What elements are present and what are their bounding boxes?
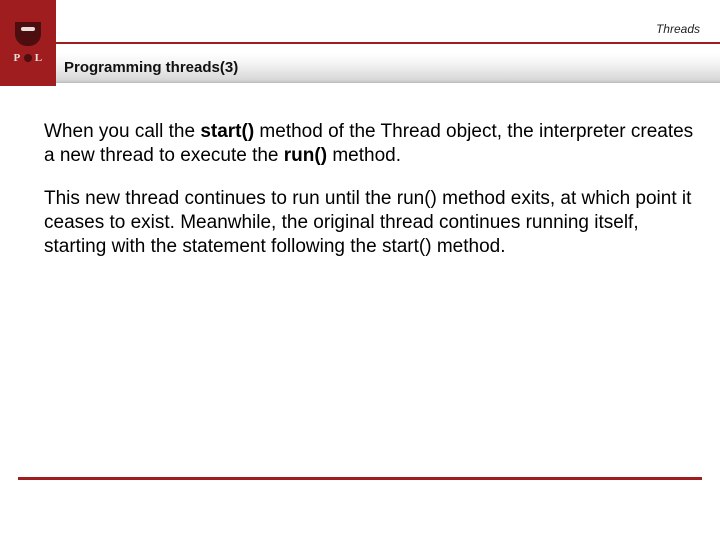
title-bar: Programming threads(3) xyxy=(56,53,720,83)
paragraph-2: This new thread continues to run until t… xyxy=(44,187,694,260)
logo-letters: P L xyxy=(13,52,42,64)
p1-bold-start: start() xyxy=(200,121,254,142)
paragraph-1: When you call the start() method of the … xyxy=(44,120,694,169)
p1-text-e: method. xyxy=(327,145,401,166)
p1-bold-run: run() xyxy=(284,145,327,166)
body-text: When you call the start() method of the … xyxy=(44,120,694,278)
logo-p: P xyxy=(13,52,20,64)
dot-icon xyxy=(24,54,32,62)
breadcrumb: Threads xyxy=(656,22,700,36)
footer-rule xyxy=(18,477,702,480)
page-title: Programming threads(3) xyxy=(64,59,238,76)
slide: P L Threads Programming threads(3) When … xyxy=(0,0,720,540)
shield-icon xyxy=(15,22,41,46)
p1-text-a: When you call the xyxy=(44,121,200,142)
logo: P L xyxy=(0,0,56,86)
header-rule xyxy=(56,42,720,44)
header: P L Threads Programming threads(3) xyxy=(0,0,720,86)
logo-l: L xyxy=(35,52,43,64)
